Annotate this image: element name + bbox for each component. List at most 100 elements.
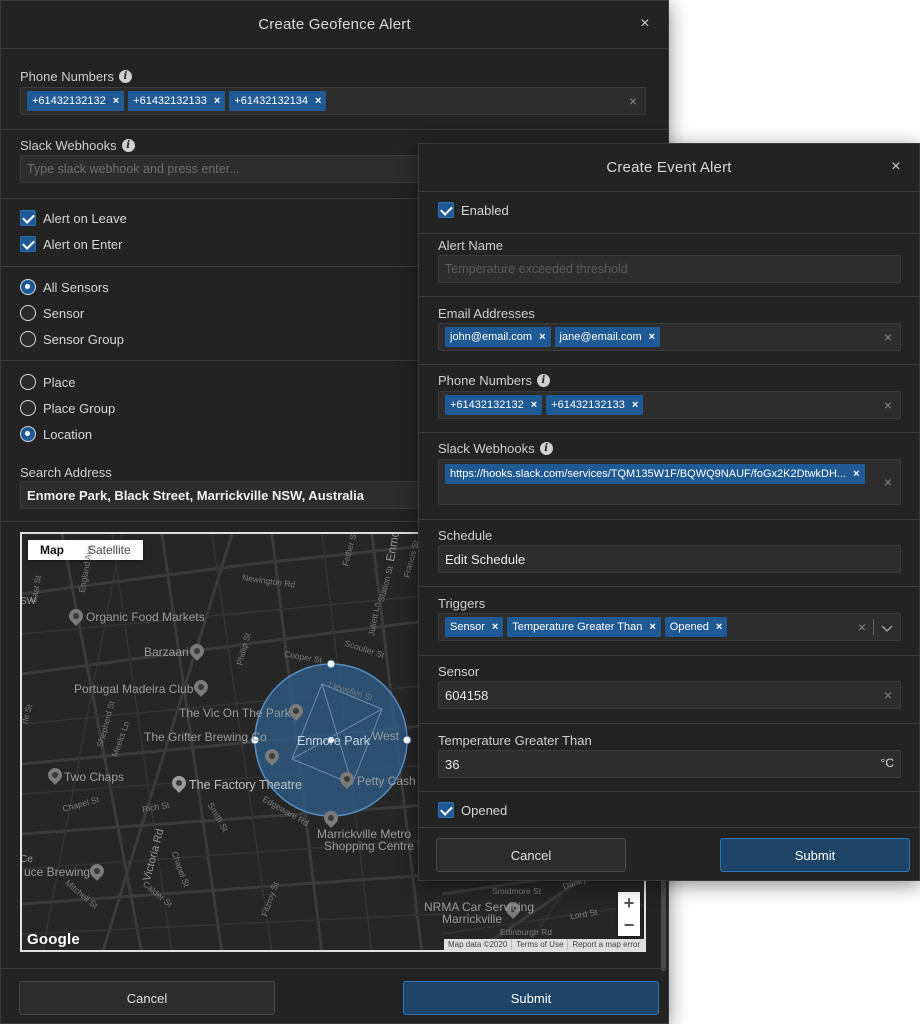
enabled-checkbox[interactable] — [438, 202, 454, 218]
radio-sensor-group[interactable]: Sensor Group — [20, 331, 124, 347]
poi-label: Organic Food Markets — [86, 610, 205, 624]
street-label: Edinburgh Rd — [500, 927, 552, 937]
remove-chip-icon[interactable]: × — [113, 95, 119, 107]
geofence-handle[interactable] — [402, 735, 412, 745]
map-attribution: Map data ©2020 Terms of Use Report a map… — [444, 939, 644, 950]
slack-webhook-input[interactable]: https://hooks.slack.com/services/TQM135W… — [438, 459, 901, 505]
clear-icon[interactable]: × — [629, 93, 637, 109]
remove-chip-icon[interactable]: × — [492, 621, 498, 633]
radio-button[interactable] — [20, 279, 36, 295]
search-address-label: Search Address — [20, 465, 112, 480]
enabled-section: Enabled — [419, 192, 919, 234]
sensor-label: Sensor — [438, 664, 480, 679]
opened-checkbox[interactable] — [438, 802, 454, 818]
alert-on-leave-checkbox[interactable] — [20, 210, 36, 226]
alert-on-enter-checkbox[interactable] — [20, 236, 36, 252]
poi-label: The Grifter Brewing Co — [144, 730, 267, 744]
info-icon[interactable]: i — [536, 374, 550, 387]
close-icon[interactable]: × — [636, 15, 654, 33]
email-addresses-input[interactable]: john@email.com × jane@email.com × × — [438, 323, 901, 351]
clear-icon[interactable]: × — [884, 397, 892, 413]
zoom-in-button[interactable]: + — [618, 892, 640, 914]
alert-name-input[interactable]: Temperature exceeded threshold — [438, 255, 901, 283]
sensor-select[interactable]: 604158 × — [438, 681, 901, 709]
geofence-handle[interactable] — [326, 659, 336, 669]
close-icon[interactable]: × — [887, 158, 905, 176]
radio-button[interactable] — [20, 305, 36, 321]
radio-button[interactable] — [20, 400, 36, 416]
radio-button[interactable] — [20, 374, 36, 390]
alert-name-section: Alert Name Temperature exceeded threshol… — [419, 234, 919, 297]
cancel-button[interactable]: Cancel — [436, 838, 626, 872]
remove-chip-icon[interactable]: × — [539, 331, 545, 343]
phone-chip: +61432132133 × — [128, 91, 226, 111]
submit-button[interactable]: Submit — [403, 981, 659, 1015]
remove-chip-icon[interactable]: × — [853, 468, 859, 480]
triggers-select[interactable]: Sensor × Temperature Greater Than × Opened… — [438, 613, 901, 641]
radio-location[interactable]: Location — [20, 426, 92, 442]
opened-section: Opened — [419, 792, 919, 828]
temperature-section: Temperature Greater Than 36 °C — [419, 724, 919, 792]
poi-label: Shopping Centre — [324, 839, 415, 853]
map-tab[interactable]: Map — [28, 540, 76, 560]
geofence-dialog-header: Create Geofence Alert × — [1, 1, 668, 49]
phone-numbers-input[interactable]: +61432132132 × +61432132133 × +61432132134… — [20, 87, 646, 115]
clear-icon[interactable]: × — [858, 619, 866, 635]
clear-icon[interactable]: × — [884, 329, 892, 345]
radio-all-sensors[interactable]: All Sensors — [20, 279, 109, 295]
temperature-input[interactable]: 36 °C — [438, 750, 901, 778]
remove-chip-icon[interactable]: × — [315, 95, 321, 107]
radio-place[interactable]: Place — [20, 374, 76, 390]
terms-link[interactable]: Terms of Use — [511, 939, 567, 950]
remove-chip-icon[interactable]: × — [531, 399, 537, 411]
poi-label: Two Chaps — [64, 770, 125, 784]
phone-chip: +61432132132 × — [445, 395, 543, 415]
street-label: Smidmore St — [492, 886, 542, 896]
radio-button[interactable] — [20, 331, 36, 347]
poi-label: Enmore Park — [297, 734, 370, 748]
email-chip: john@email.com × — [445, 327, 551, 347]
poi-label: Marrickville — [442, 912, 502, 926]
edit-schedule-button[interactable]: Edit Schedule — [438, 545, 901, 573]
schedule-section: Schedule Edit Schedule — [419, 520, 919, 587]
remove-chip-icon[interactable]: × — [716, 621, 722, 633]
info-icon[interactable]: i — [539, 442, 553, 455]
radio-button[interactable] — [20, 426, 36, 442]
temperature-unit: °C — [880, 756, 894, 770]
temperature-label: Temperature Greater Than — [438, 733, 592, 748]
alert-on-leave-row[interactable]: Alert on Leave — [20, 210, 127, 226]
enabled-row[interactable]: Enabled — [438, 202, 509, 218]
event-dialog-header: Create Event Alert × — [419, 144, 919, 192]
divider — [873, 619, 874, 635]
remove-chip-icon[interactable]: × — [632, 399, 638, 411]
submit-button[interactable]: Submit — [720, 838, 910, 872]
trigger-chip: Opened × — [664, 617, 728, 637]
poi-label: Barzaari — [144, 645, 189, 659]
clear-icon[interactable]: × — [884, 474, 892, 490]
report-error-link[interactable]: Report a map error — [567, 939, 644, 950]
poi-label: uce Brewing — [24, 865, 91, 879]
remove-chip-icon[interactable]: × — [214, 95, 220, 107]
phone-chip: +61432132133 × — [546, 395, 644, 415]
radio-place-group[interactable]: Place Group — [20, 400, 115, 416]
info-icon[interactable]: i — [118, 70, 132, 83]
event-alert-dialog: Create Event Alert × Enabled Alert Name … — [418, 143, 920, 881]
chevron-down-icon[interactable] — [881, 621, 893, 636]
cancel-button[interactable]: Cancel — [19, 981, 275, 1015]
triggers-label: Triggers — [438, 596, 486, 611]
google-logo: Google — [27, 931, 80, 948]
radio-sensor[interactable]: Sensor — [20, 305, 84, 321]
phone-numbers-input[interactable]: +61432132132 × +61432132133 × × — [438, 391, 901, 419]
geofence-phone-section: Phone Numbers i +61432132132 × +614321321… — [1, 49, 668, 130]
opened-row[interactable]: Opened — [438, 802, 507, 818]
alert-name-label: Alert Name — [438, 238, 504, 253]
info-icon[interactable]: i — [121, 139, 135, 152]
alert-on-enter-row[interactable]: Alert on Enter — [20, 236, 123, 252]
map-data-text: Map data ©2020 — [448, 940, 508, 949]
zoom-out-button[interactable]: − — [618, 914, 640, 936]
phone-chip: +61432132132 × — [27, 91, 125, 111]
poi-label: West — [372, 729, 400, 743]
clear-icon[interactable]: × — [884, 687, 892, 703]
remove-chip-icon[interactable]: × — [649, 331, 655, 343]
remove-chip-icon[interactable]: × — [649, 621, 655, 633]
